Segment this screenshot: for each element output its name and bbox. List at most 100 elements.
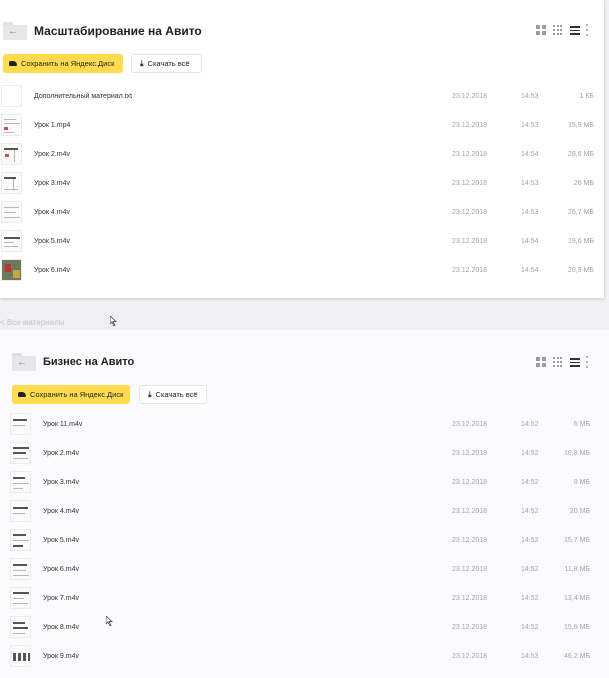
file-row[interactable]: Дополнительный материал.txt 23.12.2018 1…	[0, 82, 604, 111]
file-size: 26 МБ	[573, 180, 594, 187]
folder-back-button[interactable]: ←	[12, 353, 36, 371]
file-row[interactable]: Урок 2.m4v 23.12.2018 14:54 28,8 МБ	[0, 140, 604, 169]
file-time: 14:52	[521, 421, 539, 428]
file-time: 14:52	[521, 595, 539, 602]
list-view-icon[interactable]	[570, 25, 580, 35]
file-date: 23.12.2018	[452, 421, 488, 428]
download-all-button[interactable]: ⤓ Скачать всё	[131, 54, 202, 73]
file-size: 20,9 МБ	[568, 267, 594, 274]
view-switcher	[536, 24, 580, 36]
file-name: Урок 5.m4v	[34, 238, 70, 245]
file-size: 15,7 МБ	[564, 537, 590, 544]
file-row[interactable]: Урок 6.m4v 23.12.2018 14:52 11,8 МБ	[0, 555, 609, 584]
file-time: 14:54	[521, 151, 539, 158]
file-size: 11,8 МБ	[564, 566, 590, 573]
small-tiles-icon[interactable]	[553, 357, 563, 367]
file-row[interactable]: Урок 1.mp4 23.12.2018 14:53 15,9 МБ	[0, 111, 604, 140]
file-date: 23.12.2018	[452, 479, 488, 486]
more-dots-icon[interactable]	[585, 24, 589, 36]
file-size: 9 МБ	[573, 479, 590, 486]
mouse-cursor-icon	[110, 316, 117, 326]
save-to-disk-label: Сохранить на Яндекс.Диск	[21, 59, 115, 68]
download-all-button[interactable]: ⤓ Скачать всё	[139, 385, 207, 404]
file-size: 28,8 МБ	[568, 151, 594, 158]
view-switcher	[536, 356, 580, 368]
save-to-disk-label: Сохранить на Яндекс.Диск	[30, 390, 124, 399]
file-size: 10,8 МБ	[564, 450, 590, 457]
file-thumbnail	[1, 259, 22, 281]
file-size: 46,2 МБ	[564, 653, 590, 660]
file-time: 14:52	[521, 624, 539, 631]
yandex-disk-icon	[9, 61, 17, 66]
file-row[interactable]: Урок 8.m4v 23.12.2018 14:52 15,6 МБ	[0, 613, 609, 642]
file-time: 14:53	[521, 122, 539, 129]
file-thumbnail	[10, 442, 31, 464]
large-tiles-icon[interactable]	[536, 25, 546, 35]
file-row[interactable]: Урок 4.m4v 23.12.2018 14:52 20 МБ	[0, 497, 609, 526]
file-size: 26,7 МБ	[568, 209, 594, 216]
file-row[interactable]: Урок 9.m4v 23.12.2018 14:53 46,2 МБ	[0, 642, 609, 671]
file-date: 23.12.2018	[452, 537, 488, 544]
file-time: 14:53	[521, 93, 539, 100]
file-thumbnail	[1, 85, 22, 107]
file-row[interactable]: Урок 6.m4v 23.12.2018 14:54 20,9 МБ	[0, 256, 604, 285]
file-name: Урок 6.m4v	[43, 566, 79, 573]
file-name: Урок 4.m4v	[34, 209, 70, 216]
file-name: Урок 3.m4v	[34, 180, 70, 187]
back-to-materials-link[interactable]: < Все материалы	[0, 318, 64, 327]
file-name: Урок 7.m4v	[43, 595, 79, 602]
file-name: Урок 3.m4v	[43, 479, 79, 486]
download-all-label: Скачать всё	[147, 59, 190, 68]
file-time: 14:53	[521, 653, 539, 660]
file-name: Урок 6.m4v	[34, 267, 70, 274]
file-row[interactable]: Урок 3.m4v 23.12.2018 14:53 26 МБ	[0, 169, 604, 198]
page-title: Масштабирование на Авито	[34, 24, 202, 38]
file-row[interactable]: Урок 3.m4v 23.12.2018 14:52 9 МБ	[0, 468, 609, 497]
file-date: 23.12.2018	[452, 450, 488, 457]
file-date: 23.12.2018	[452, 122, 488, 129]
file-row[interactable]: Урок 5.m4v 23.12.2018 14:52 15,7 МБ	[0, 526, 609, 555]
file-name: Урок 2.m4v	[34, 151, 70, 158]
file-thumbnail	[10, 529, 31, 551]
folder-panel-scaling: ← Масштабирование на Авито Сохранить на …	[0, 0, 604, 298]
small-tiles-icon[interactable]	[553, 25, 563, 35]
file-row[interactable]: Урок 11.m4v 23.12.2018 14:52 6 МБ	[0, 410, 609, 439]
file-time: 14:52	[521, 450, 539, 457]
file-date: 23.12.2018	[452, 508, 488, 515]
file-thumbnail	[10, 413, 31, 435]
file-row[interactable]: Урок 4.m4v 23.12.2018 14:53 26,7 МБ	[0, 198, 604, 227]
file-date: 23.12.2018	[452, 566, 488, 573]
folder-back-button[interactable]: ←	[3, 22, 27, 40]
more-dots-icon[interactable]	[585, 356, 589, 368]
save-to-disk-button[interactable]: Сохранить на Яндекс.Диск	[12, 385, 130, 404]
file-row[interactable]: Урок 2.m4v 23.12.2018 14:52 10,8 МБ	[0, 439, 609, 468]
file-date: 23.12.2018	[452, 151, 488, 158]
file-size: 19,6 МБ	[568, 238, 594, 245]
file-size: 20 МБ	[569, 508, 590, 515]
large-tiles-icon[interactable]	[536, 357, 546, 367]
list-view-icon[interactable]	[570, 357, 580, 367]
file-thumbnail	[1, 201, 22, 223]
file-date: 23.12.2018	[452, 238, 488, 245]
file-time: 14:52	[521, 479, 539, 486]
file-date: 23.12.2018	[452, 209, 488, 216]
file-thumbnail	[1, 143, 22, 165]
file-size: 13,4 МБ	[564, 595, 590, 602]
file-name: Урок 4.m4v	[43, 508, 79, 515]
file-thumbnail	[10, 558, 31, 580]
file-size: 1 КБ	[579, 93, 594, 100]
download-icon: ⤓	[140, 58, 144, 68]
file-date: 23.12.2018	[452, 93, 488, 100]
file-name: Урок 8.m4v	[43, 624, 79, 631]
file-name: Дополнительный материал.txt	[34, 93, 133, 100]
file-thumbnail	[1, 114, 22, 136]
file-row[interactable]: Урок 5.m4v 23.12.2018 14:54 19,6 МБ	[0, 227, 604, 256]
file-row[interactable]: Урок 7.m4v 23.12.2018 14:52 13,4 МБ	[0, 584, 609, 613]
file-date: 23.12.2018	[452, 267, 488, 274]
file-time: 14:53	[521, 180, 539, 187]
download-icon: ⤓	[148, 389, 152, 399]
download-all-label: Скачать всё	[155, 390, 198, 399]
save-to-disk-button[interactable]: Сохранить на Яндекс.Диск	[3, 54, 123, 73]
mouse-cursor-icon	[106, 616, 113, 626]
file-time: 14:54	[521, 238, 539, 245]
